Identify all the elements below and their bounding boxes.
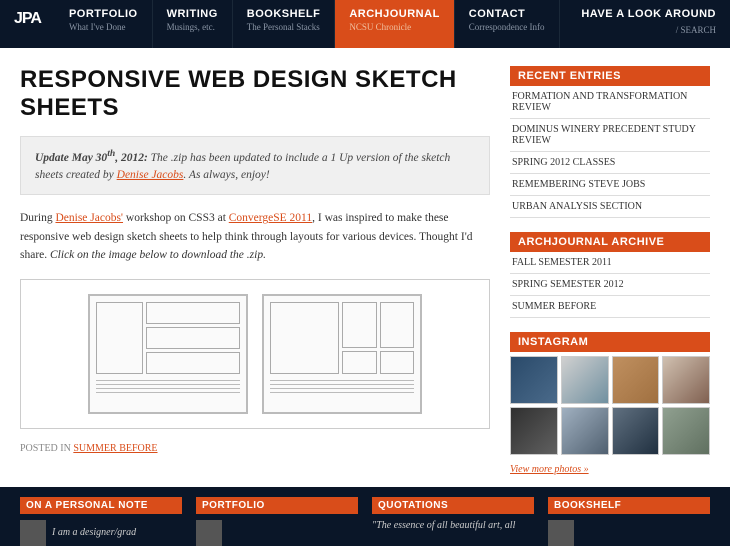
nav-subtitle: The Personal Stacks	[247, 22, 321, 32]
footer-header: BOOKSHELF	[548, 497, 710, 514]
sketch-download-link[interactable]	[20, 279, 490, 429]
footer-header: ON A PERSONAL NOTE	[20, 497, 182, 514]
book-thumb[interactable]	[548, 520, 574, 546]
nav-subtitle: What I've Done	[69, 22, 138, 32]
instagram-thumb[interactable]	[561, 356, 609, 404]
nav-title: ARCHJOURNAL	[349, 8, 439, 20]
update-text-end: . As always, enjoy!	[183, 169, 269, 181]
search-label: / SEARCH	[676, 25, 716, 35]
instagram-thumb[interactable]	[662, 356, 710, 404]
denise-jacobs-link[interactable]: Denise Jacobs	[117, 169, 184, 181]
denise-jacobs-link-2[interactable]: Denise Jacobs'	[55, 212, 123, 224]
footer-content	[548, 520, 710, 546]
sketch-sheet-1	[88, 294, 248, 414]
recent-entry-link[interactable]: URBAN ANALYSIS SECTION	[510, 196, 710, 218]
recent-entries-header: RECENT ENTRIES	[510, 66, 710, 86]
top-navigation: JPA PORTFOLIO What I've Done WRITING Mus…	[0, 0, 730, 48]
nav-contact[interactable]: CONTACT Correspondence Info	[455, 0, 560, 48]
view-more-photos-link[interactable]: View more photos »	[510, 464, 589, 475]
archive-link[interactable]: SPRING SEMESTER 2012	[510, 274, 710, 296]
recent-entry-link[interactable]: REMEMBERING STEVE JOBS	[510, 174, 710, 196]
portfolio-thumb[interactable]	[196, 520, 222, 546]
nav-title: CONTACT	[469, 8, 545, 20]
archive-link[interactable]: FALL SEMESTER 2011	[510, 252, 710, 274]
body-cta: Click on the image below to download the…	[50, 249, 266, 261]
footer: ON A PERSONAL NOTE I am a designer/grad …	[0, 487, 730, 546]
archive-list: FALL SEMESTER 2011 SPRING SEMESTER 2012 …	[510, 252, 710, 318]
nav-subtitle: Musings, etc.	[167, 22, 218, 32]
nav-archjournal[interactable]: ARCHJOURNAL NCSU Chronicle	[335, 0, 454, 48]
footer-quote: "The essence of all beautiful art, all	[372, 520, 515, 531]
footer-portfolio: PORTFOLIO	[196, 497, 358, 546]
page-title: RESPONSIVE WEB DESIGN SKETCH SHEETS	[20, 66, 490, 122]
update-year: , 2012:	[115, 152, 148, 164]
recent-entry-link[interactable]: FORMATION AND TRANSFORMATION REVIEW	[510, 86, 710, 119]
search-title: HAVE A LOOK AROUND	[581, 8, 716, 20]
instagram-grid	[510, 356, 710, 455]
instagram-thumb[interactable]	[612, 356, 660, 404]
update-date: Update May 30	[35, 152, 107, 164]
posted-label: POSTED IN	[20, 443, 73, 454]
nav-title: BOOKSHELF	[247, 8, 321, 20]
avatar	[20, 520, 46, 546]
footer-personal-note: ON A PERSONAL NOTE I am a designer/grad	[20, 497, 182, 546]
nav-writing[interactable]: WRITING Musings, etc.	[153, 0, 233, 48]
instagram-header: INSTAGRAM	[510, 332, 710, 352]
nav-subtitle: NCSU Chronicle	[349, 22, 439, 32]
footer-text: I am a designer/grad	[52, 527, 136, 538]
nav-bookshelf[interactable]: BOOKSHELF The Personal Stacks	[233, 0, 336, 48]
footer-content: "The essence of all beautiful art, all	[372, 520, 534, 531]
footer-quotations: QUOTATIONS "The essence of all beautiful…	[372, 497, 534, 546]
archive-link[interactable]: SUMMER BEFORE	[510, 296, 710, 318]
update-notice: Update May 30th, 2012: The .zip has been…	[20, 136, 490, 195]
post-meta: POSTED IN SUMMER BEFORE	[20, 443, 490, 454]
instagram-thumb[interactable]	[510, 356, 558, 404]
category-link[interactable]: SUMMER BEFORE	[73, 443, 157, 454]
footer-header: QUOTATIONS	[372, 497, 534, 514]
sketch-sheet-2	[262, 294, 422, 414]
search-area[interactable]: HAVE A LOOK AROUND / SEARCH	[567, 0, 730, 48]
sidebar: RECENT ENTRIES FORMATION AND TRANSFORMAT…	[510, 66, 710, 477]
main-content: RESPONSIVE WEB DESIGN SKETCH SHEETS Upda…	[20, 66, 510, 477]
body-text: workshop on CSS3 at	[123, 212, 229, 224]
instagram-thumb[interactable]	[662, 407, 710, 455]
instagram-thumb[interactable]	[561, 407, 609, 455]
recent-entry-link[interactable]: DOMINUS WINERY PRECEDENT STUDY REVIEW	[510, 119, 710, 152]
footer-bookshelf: BOOKSHELF	[548, 497, 710, 546]
body-text: During	[20, 212, 55, 224]
instagram-thumb[interactable]	[612, 407, 660, 455]
recent-entries-list: FORMATION AND TRANSFORMATION REVIEW DOMI…	[510, 86, 710, 218]
archive-header: ARCHJOURNAL ARCHIVE	[510, 232, 710, 252]
instagram-thumb[interactable]	[510, 407, 558, 455]
nav-title: PORTFOLIO	[69, 8, 138, 20]
update-sup: th	[107, 148, 115, 159]
recent-entry-link[interactable]: SPRING 2012 CLASSES	[510, 152, 710, 174]
logo[interactable]: JPA	[0, 0, 55, 48]
nav-title: WRITING	[167, 8, 218, 20]
footer-content: I am a designer/grad	[20, 520, 182, 546]
convergese-link[interactable]: ConvergeSE 2011	[229, 212, 312, 224]
nav-subtitle: Correspondence Info	[469, 22, 545, 32]
footer-content	[196, 520, 358, 546]
footer-header: PORTFOLIO	[196, 497, 358, 514]
article-body: During Denise Jacobs' workshop on CSS3 a…	[20, 209, 490, 264]
nav-portfolio[interactable]: PORTFOLIO What I've Done	[55, 0, 153, 48]
